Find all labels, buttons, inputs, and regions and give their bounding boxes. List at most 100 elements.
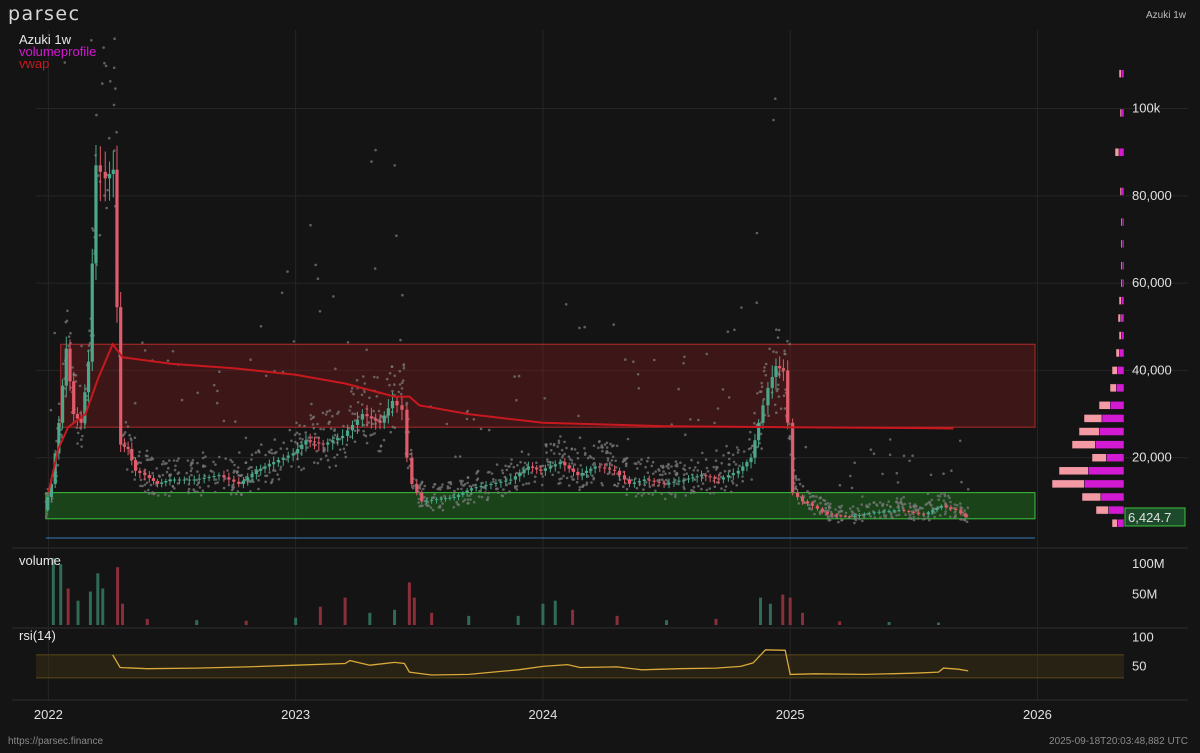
trade-dot [76,442,79,445]
candle-body [386,408,390,416]
trade-dot [705,488,709,492]
trade-dot [264,453,267,457]
trade-dot [577,414,580,418]
trade-dot [492,480,495,484]
trade-dot [422,487,425,491]
candle-body [852,515,857,517]
footer-url[interactable]: https://parsec.finance [8,736,103,747]
trade-dot [563,440,566,444]
trade-dot [360,393,364,397]
trade-dot [570,462,574,465]
candle-body [897,510,901,512]
y-tick-label: 100k [1132,101,1161,116]
trade-dot [902,454,906,458]
trade-dot [113,37,116,40]
candle-body [202,477,206,479]
trade-dot [907,517,911,520]
trade-dot [233,463,236,467]
trade-dot [570,447,574,451]
footer-timestamp: 2025-09-18T20:03:48,882 UTC [1049,736,1188,747]
trade-dot [244,461,248,464]
trade-dot [692,486,696,489]
candle-body [731,472,735,476]
trade-dot [139,478,143,482]
trade-dot [247,467,250,471]
trade-dot [171,485,175,488]
candle-body [434,499,439,501]
trade-dot [316,277,320,281]
trade-dot [737,448,740,452]
trade-dot [201,489,205,493]
trade-dot [722,454,725,457]
trade-dot [328,438,332,442]
candle-body [834,514,839,516]
volume-profile-bar [1122,217,1125,227]
trade-dot [844,511,848,515]
candle-body [518,472,522,477]
trade-dot [527,453,530,456]
candle-body [479,486,483,488]
trade-dot [578,488,581,492]
trade-dot [497,479,501,482]
volume-profile-bar [1118,296,1122,305]
trade-dot [909,506,912,509]
candle-body [513,476,517,480]
trade-dot [455,500,459,504]
trade-dot [929,473,933,477]
trade-dot [336,453,339,457]
trade-dot [727,463,731,466]
trade-dot [457,503,461,507]
candle-body [360,414,364,420]
trade-dot [319,457,323,461]
trade-dot [196,490,199,494]
trade-dot [966,506,970,510]
trade-dot [145,449,149,453]
volume-profile-bar [1084,479,1125,489]
candle-body [613,469,617,471]
trade-dot [650,464,654,468]
candle-body [682,479,686,481]
volume-profile-bar [1119,348,1125,358]
trade-dot [249,490,252,493]
trade-dot [388,383,391,387]
candle-body [627,479,632,484]
trade-dot [230,488,234,492]
trade-dot [622,485,625,489]
trade-dot [682,473,686,477]
volume-bar [838,621,842,625]
candle-body [177,479,182,481]
candle-body [390,400,395,409]
trade-dot [768,347,771,351]
trade-dot [756,392,759,395]
trade-dot [636,492,640,495]
trade-dot [735,484,738,487]
candle-body [68,348,72,382]
trade-dot [517,374,521,378]
trade-dot [475,472,478,475]
trade-dot [896,481,900,484]
trade-dot [280,291,284,295]
trade-dot [185,471,188,475]
trade-dot [349,405,353,408]
trade-dot [660,492,663,495]
trade-dot [232,486,236,489]
trade-dot [804,445,808,449]
trade-dot [78,384,82,388]
trade-dot [879,516,882,519]
x-tick-label: 2026 [1023,707,1052,722]
trade-dot [903,502,907,506]
candle-body [695,476,699,478]
candle-body [83,392,87,423]
trade-dot [798,482,802,486]
trade-dot [106,188,109,192]
trade-dot [632,360,635,364]
trade-dot [541,475,545,478]
volume-profile-bar [1114,147,1120,157]
trade-dot [249,358,252,362]
candle-body [267,464,271,467]
trade-dot [812,494,815,498]
trade-dot [114,87,117,90]
trade-dot [212,460,215,464]
trade-dot [328,409,332,412]
trade-dot [963,519,967,522]
